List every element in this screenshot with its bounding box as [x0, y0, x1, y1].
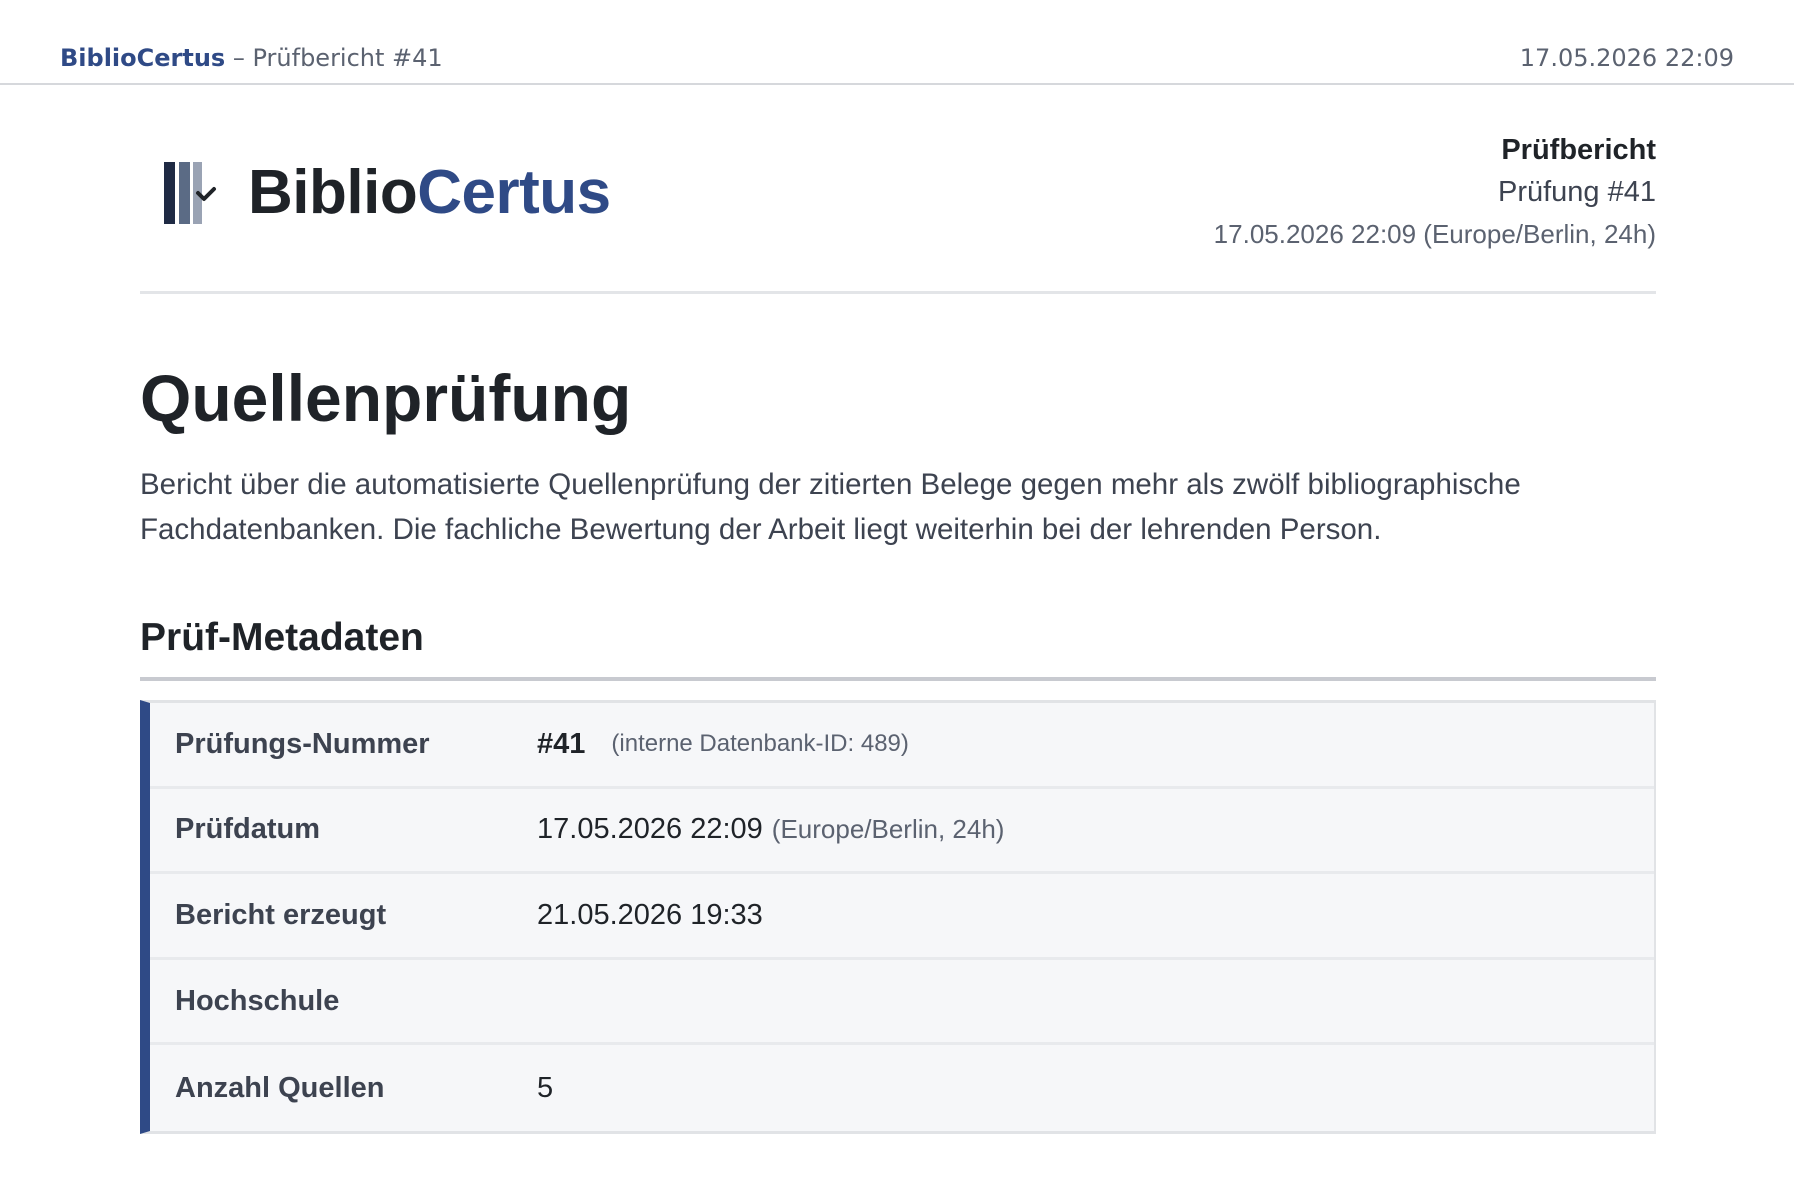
brand-wordmark-part2: Certus	[417, 158, 611, 227]
books-check-icon	[164, 162, 216, 224]
metadata-row-pruefungs-nummer: Prüfungs-Nummer #41 (interne Datenbank-I…	[150, 703, 1654, 789]
report-type: Prüfbericht	[1501, 134, 1656, 166]
brand-wordmark: BiblioCertus	[248, 160, 611, 226]
section-title: Prüf-Metadaten	[140, 616, 424, 659]
report-meta: Prüfbericht Prüfung #41 17.05.2026 22:09…	[1214, 130, 1656, 254]
metadata-label: Prüfdatum	[175, 813, 320, 846]
brand-logo: BiblioCertus	[162, 160, 611, 226]
pruefungs-nummer-value: #41	[537, 727, 586, 760]
running-header-datetime: 17.05.2026 22:09	[1519, 44, 1734, 72]
running-header-brand: BiblioCertus	[60, 44, 226, 72]
metadata-value: #41 (interne Datenbank-ID: 489)	[537, 703, 909, 786]
running-header-title: BiblioCertus – Prüfbericht #41	[60, 44, 443, 72]
database-id-hint: (interne Datenbank-ID: 489)	[611, 730, 909, 758]
metadata-row-anzahl-quellen: Anzahl Quellen 5	[150, 1045, 1654, 1131]
report-header: BiblioCertus Prüfbericht Prüfung #41 17.…	[140, 118, 1656, 294]
metadata-row-hochschule: Hochschule	[150, 960, 1654, 1046]
running-header-report: Prüfbericht #41	[252, 44, 443, 72]
metadata-table: Prüfungs-Nummer #41 (interne Datenbank-I…	[140, 700, 1656, 1134]
running-header-separator: –	[225, 44, 253, 72]
pruefdatum-value: 17.05.2026 22:09	[537, 813, 763, 846]
metadata-label: Anzahl Quellen	[175, 1071, 385, 1104]
report-datetime: 17.05.2026 22:09 (Europe/Berlin, 24h)	[1213, 219, 1656, 249]
bericht-erzeugt-value: 21.05.2026 19:33	[537, 898, 763, 931]
metadata-label: Hochschule	[175, 984, 340, 1017]
timezone-hint: (Europe/Berlin, 24h)	[771, 814, 1005, 845]
metadata-label: Prüfungs-Nummer	[175, 727, 430, 760]
metadata-row-pruefdatum: Prüfdatum 17.05.2026 22:09 (Europe/Berli…	[150, 789, 1654, 875]
running-header: BiblioCertus – Prüfbericht #41 17.05.202…	[0, 0, 1794, 85]
page-title: Quellenprüfung	[140, 361, 632, 435]
report-number: Prüfung #41	[1497, 176, 1656, 208]
intro-paragraph: Bericht über die automatisierte Quellenp…	[140, 468, 1521, 546]
metadata-value: 17.05.2026 22:09 (Europe/Berlin, 24h)	[537, 789, 1004, 872]
anzahl-quellen-value: 5	[537, 1071, 554, 1104]
section-divider	[140, 677, 1656, 681]
metadata-label: Bericht erzeugt	[175, 898, 387, 931]
metadata-row-bericht-erzeugt: Bericht erzeugt 21.05.2026 19:33	[150, 874, 1654, 960]
brand-wordmark-part1: Biblio	[248, 158, 418, 227]
